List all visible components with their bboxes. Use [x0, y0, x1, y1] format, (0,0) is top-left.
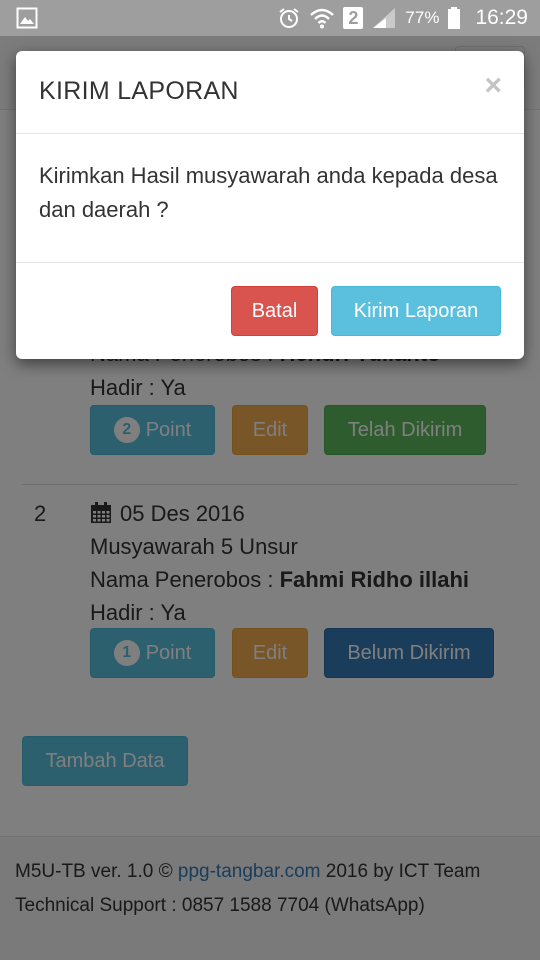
- modal-title: KIRIM LAPORAN: [39, 77, 239, 105]
- modal-footer: Batal Kirim Laporan: [16, 262, 524, 359]
- sim-slot-number: 2: [348, 7, 359, 28]
- modal-message: Kirimkan Hasil musyawarah anda kepada de…: [39, 163, 498, 222]
- status-bar: 2 77% 16:29: [0, 0, 540, 36]
- send-report-modal: KIRIM LAPORAN × Kirimkan Hasil musyawara…: [16, 51, 524, 359]
- signal-icon: [373, 8, 396, 28]
- battery-percent: 77%: [405, 8, 440, 27]
- send-report-button[interactable]: Kirim Laporan: [331, 286, 501, 336]
- cancel-button[interactable]: Batal: [231, 286, 318, 336]
- gallery-notification-icon: [16, 7, 38, 29]
- battery-icon: [448, 7, 461, 29]
- alarm-icon: [279, 8, 300, 28]
- wifi-icon: [310, 8, 335, 29]
- sim-slot-badge: 2: [343, 7, 364, 29]
- modal-header: KIRIM LAPORAN ×: [16, 51, 524, 134]
- close-icon[interactable]: ×: [484, 69, 502, 103]
- clock-time: 16:29: [475, 6, 528, 29]
